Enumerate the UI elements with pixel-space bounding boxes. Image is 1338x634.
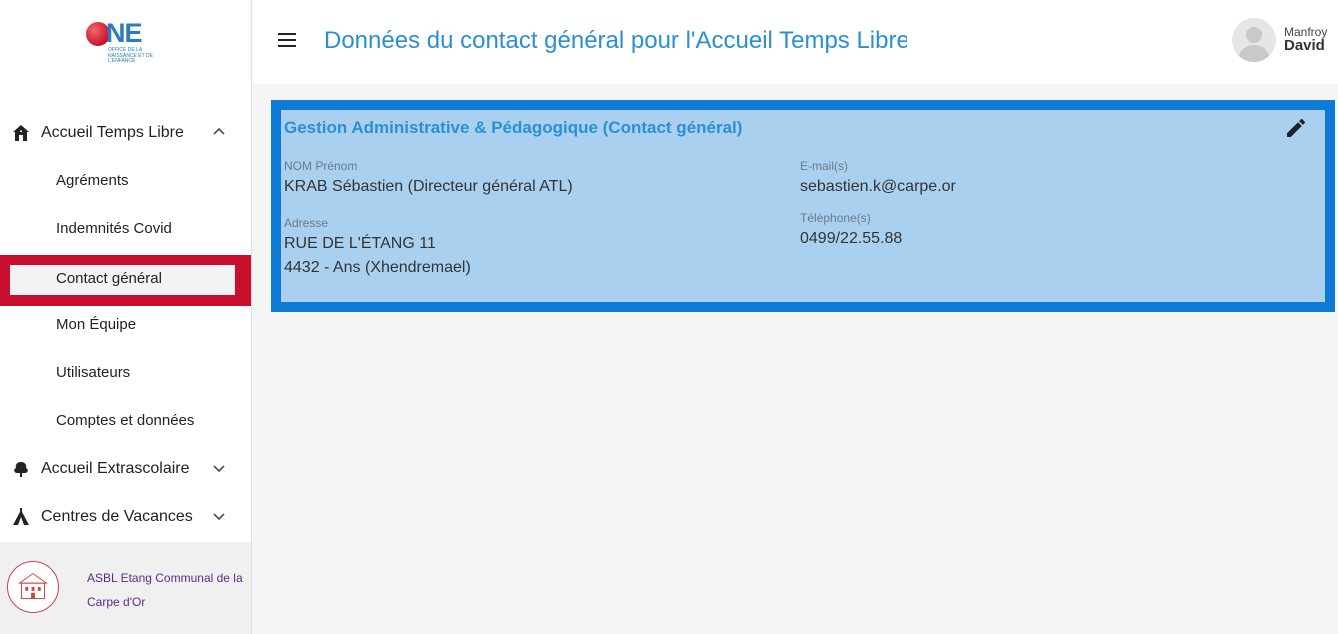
chevron-down-icon[interactable] [212,461,226,475]
chevron-up-icon[interactable] [212,125,226,139]
sidebar-item-utilisateurs[interactable]: Utilisateurs [0,349,251,397]
nav-label: Accueil Temps Libre [41,124,184,141]
email-label: E-mail(s) [800,159,848,173]
email-value: sebastien.k@carpe.or [800,178,956,195]
logo-word: NE [106,18,143,48]
address-label: Adresse [284,216,329,230]
phone-value: 0499/22.55.88 [800,230,903,247]
sidebar-item-agrements[interactable]: Agréments [0,157,251,205]
contact-card: Gestion Administrative & Pédagogique (Co… [281,110,1325,302]
sidebar-item-label: Mon Équipe [56,316,137,333]
house-icon [13,125,29,141]
nav-accueil-temps-libre[interactable]: Accueil Temps Libre [0,109,251,157]
avatar[interactable] [1232,18,1276,62]
sidebar: NE OFFICE DE LA NAISSANCE ET DE L'ENFANC… [0,0,252,634]
menu-icon[interactable] [278,33,296,47]
address-line-2: 4432 - Ans (Xhendremael) [284,259,471,276]
one-logo[interactable]: NE OFFICE DE LA NAISSANCE ET DE L'ENFANC… [84,18,164,68]
edit-icon[interactable] [1284,116,1308,140]
user-last-name: David [1284,37,1325,54]
organization-logo [7,561,59,613]
name-label: NOM Prénom [284,159,358,173]
sidebar-item-label: Indemnités Covid [56,220,172,237]
sidebar-item-indemnites-covid[interactable]: Indemnités Covid [0,205,251,253]
sidebar-item-contact-general[interactable]: Contact général [0,255,251,306]
sidebar-item-comptes-et-donnees[interactable]: Comptes et données [0,397,251,445]
address-line-1: RUE DE L'ÉTANG 11 [284,235,436,252]
organization-name: ASBL Etang Communal de la Carpe d'Or [87,571,243,609]
nav-label: Centres de Vacances [41,508,193,525]
page-title: Données du contact général pour l'Accuei… [324,27,907,54]
nav-accueil-extrascolaire[interactable]: Accueil Extrascolaire [0,445,251,493]
card-title: Gestion Administrative & Pédagogique (Co… [284,118,743,137]
tree-icon [14,462,28,477]
phone-label: Téléphone(s) [800,211,871,225]
building-icon [18,572,48,600]
sidebar-item-label: Agréments [56,172,129,189]
contact-card-frame: Gestion Administrative & Pédagogique (Co… [271,100,1335,312]
tent-icon [13,508,29,525]
logo-subtitle: OFFICE DE LA NAISSANCE ET DE L'ENFANCE [108,47,153,64]
nav-centres-de-vacances[interactable]: Centres de Vacances [0,493,251,541]
sidebar-item-label: Contact général [56,270,162,287]
chevron-down-icon[interactable] [212,509,226,523]
sidebar-item-label: Utilisateurs [56,364,131,381]
name-value: KRAB Sébastien (Directeur général ATL) [284,178,573,195]
user-avatar-icon [1238,27,1270,62]
sidebar-item-label: Comptes et données [56,412,195,429]
sidebar-item-mon-equipe[interactable]: Mon Équipe [0,301,251,349]
nav-label: Accueil Extrascolaire [41,460,190,477]
organization-panel[interactable]: ASBL Etang Communal de la Carpe d'Or [0,542,251,634]
top-bar: Données du contact général pour l'Accuei… [253,0,1338,84]
